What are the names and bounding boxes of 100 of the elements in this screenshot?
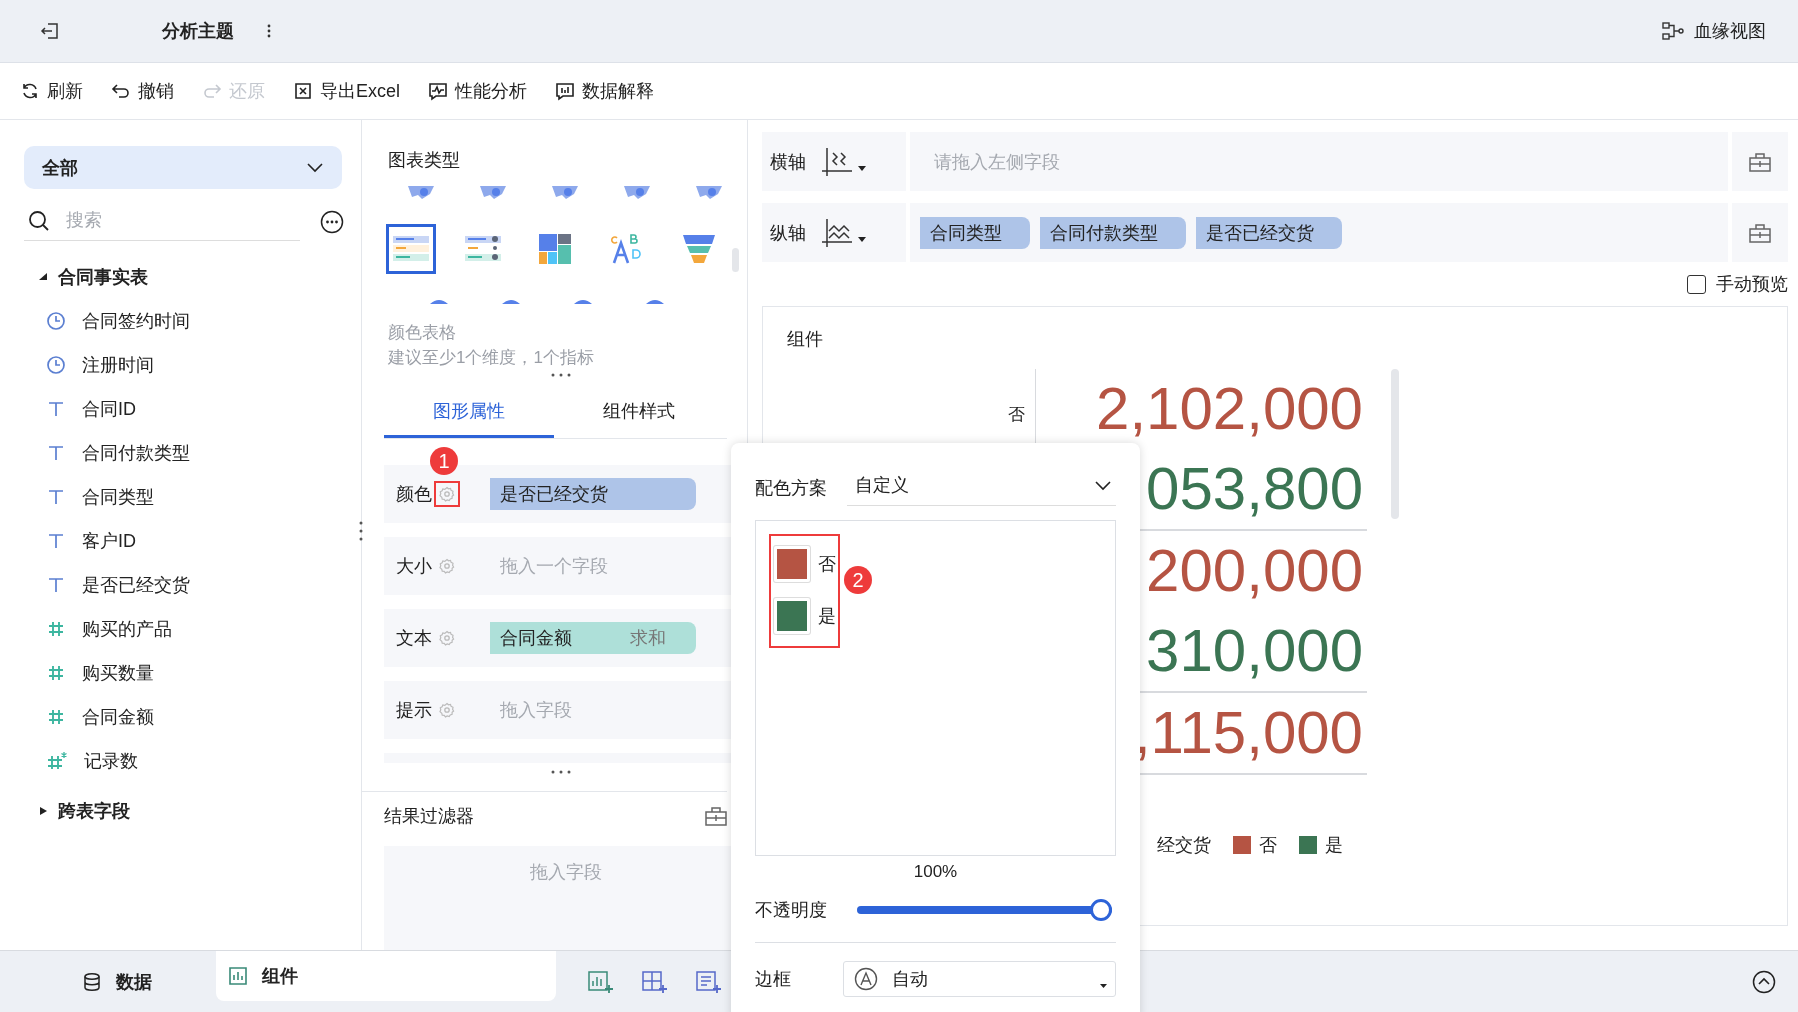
property-label: 提示 [396, 699, 432, 722]
hash-icon [46, 707, 66, 727]
chart-type-button[interactable] [386, 224, 436, 274]
property-label: 文本 [396, 627, 432, 650]
dimension-field-pill[interactable]: 合同类型 [920, 216, 1030, 249]
field-label: 边框 [755, 968, 791, 991]
collapse-up-icon[interactable] [1752, 969, 1776, 994]
add-chart-icon[interactable] [588, 969, 614, 994]
scrollbar-thumb[interactable] [1391, 369, 1399, 519]
letter-a-circle-icon [854, 967, 878, 991]
widget-title: 组件 [787, 328, 824, 351]
toolbox-icon[interactable] [705, 806, 727, 826]
lineage-view-button[interactable]: 血缘视图 [1662, 19, 1766, 43]
slider-thumb[interactable] [1090, 899, 1112, 921]
aggregation-label: 求和 [630, 627, 666, 650]
table-group-label[interactable]: 跨表字段 [58, 799, 130, 823]
scrollbar-thumb[interactable] [732, 248, 739, 272]
toolbar-button[interactable]: 撤销 [111, 79, 174, 103]
axis-label: 纵轴 [770, 221, 806, 245]
back-icon[interactable] [40, 21, 60, 41]
value-cell-text: 053,800 [1146, 454, 1363, 524]
value-cell-text: 310,000 [1146, 616, 1363, 686]
refresh-icon [20, 81, 40, 101]
field-label: 不透明度 [755, 899, 827, 922]
hash-star-icon [46, 751, 68, 771]
perf-icon [428, 81, 448, 101]
drag-handle-icon[interactable] [550, 372, 572, 378]
checkbox[interactable] [1687, 274, 1706, 294]
caret-icon[interactable] [858, 237, 866, 242]
table-group-label[interactable]: 合同事实表 [58, 265, 148, 289]
value-cell-text: 2,102,000 [1096, 374, 1363, 444]
field-item[interactable]: 客户ID [24, 519, 136, 563]
dimension-field-pill[interactable]: 合同付款类型 [1040, 216, 1186, 249]
dimension-field-pill[interactable]: 是否已经交货 [490, 478, 696, 510]
scheme-dropdown[interactable]: 自定义 [847, 469, 1116, 506]
toolbox-icon[interactable] [1749, 151, 1771, 172]
toolbar-button[interactable]: 性能分析 [428, 79, 527, 103]
drop-placeholder: 请拖入左侧字段 [934, 150, 1060, 174]
tab[interactable]: 图形属性 [384, 386, 554, 438]
caret-icon[interactable] [858, 166, 866, 171]
field-label: 配色方案 [755, 476, 827, 500]
bottom-tab[interactable]: 数据 [70, 957, 164, 1006]
toolbar-button[interactable]: 导出Excel [293, 79, 400, 103]
add-layout-icon[interactable] [642, 969, 668, 994]
more-icon[interactable] [320, 210, 344, 234]
border-dropdown[interactable]: 自动 [843, 961, 1116, 997]
tab[interactable]: 组件样式 [554, 386, 724, 438]
color-picker-swatch[interactable] [774, 546, 810, 582]
clock-icon [46, 311, 66, 331]
field-item[interactable]: 是否已经交货 [24, 563, 190, 607]
search-icon [28, 209, 50, 232]
chart-type-hint: 建议至少1个维度，1个指标 [388, 347, 595, 369]
toolbox-icon[interactable] [1749, 222, 1771, 243]
search-field[interactable]: 搜索 [64, 209, 268, 232]
drag-handle-icon[interactable] [550, 769, 572, 775]
row-header: 否 [1008, 404, 1025, 426]
color-table-icon [393, 234, 429, 264]
axis-icon[interactable] [822, 218, 852, 247]
opacity-slider[interactable] [857, 899, 1112, 921]
section-title: 结果过滤器 [384, 805, 474, 828]
bottom-tab[interactable]: 组件 [216, 951, 556, 1001]
value-cell-text: 200,000 [1146, 536, 1363, 606]
field-item[interactable]: 购买的产品 [24, 607, 172, 651]
field-item[interactable]: 合同付款类型 [24, 431, 190, 475]
field-name: 合同金额 [500, 627, 572, 650]
annotation-badge: 1 [430, 447, 458, 475]
axis-icon[interactable] [822, 147, 852, 176]
hash-icon [46, 663, 66, 683]
field-item[interactable]: 合同签约时间 [24, 299, 190, 343]
redo-icon [202, 81, 222, 101]
text-type-icon [46, 443, 66, 463]
text-type-icon [46, 487, 66, 507]
more-icon[interactable] [266, 23, 272, 39]
undo-icon [111, 81, 131, 101]
field-item[interactable]: 合同类型 [24, 475, 154, 519]
expand-triangle-icon[interactable] [38, 806, 48, 816]
field-item[interactable]: 合同金额 [24, 695, 154, 739]
expand-triangle-icon[interactable] [38, 272, 48, 282]
toolbar-button[interactable]: 数据解释 [555, 79, 654, 103]
color-picker-swatch[interactable] [774, 598, 810, 634]
hash-icon [46, 619, 66, 639]
checkbox-label[interactable]: 手动预览 [1716, 272, 1788, 296]
field-item[interactable]: 合同ID [24, 387, 136, 431]
chevron-down-icon [306, 161, 324, 174]
color-label: 是 [818, 605, 836, 628]
measure-field-pill[interactable]: 合同金额 求和 [490, 622, 696, 654]
field-item[interactable]: 购买数量 [24, 651, 154, 695]
field-item[interactable]: 记录数 [24, 739, 138, 783]
toolbar-button[interactable]: 刷新 [20, 79, 83, 103]
dimension-field-pill[interactable]: 是否已经交货 [1196, 216, 1342, 249]
text-type-icon [46, 399, 66, 419]
resize-handle-icon[interactable] [358, 520, 364, 542]
field-item[interactable]: 注册时间 [24, 343, 154, 387]
bar-chart-icon [228, 966, 248, 986]
treemap-icon [539, 234, 571, 264]
scope-dropdown[interactable]: 全部 [24, 146, 342, 189]
add-report-icon[interactable] [696, 969, 722, 994]
property-label: 颜色 [396, 483, 432, 506]
axis-drop-area[interactable]: 合同类型 合同付款类型 是否已经交货 [910, 203, 1728, 262]
axis-label: 横轴 [770, 150, 806, 174]
